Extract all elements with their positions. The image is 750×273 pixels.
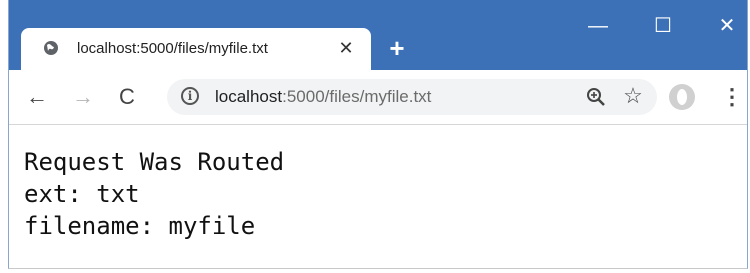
response-line: ext: txt [24, 180, 140, 208]
url-host: localhost [215, 87, 283, 106]
star-icon[interactable]: ☆ [621, 84, 645, 108]
reload-button[interactable]: C [113, 83, 141, 111]
new-tab-button[interactable]: + [385, 35, 409, 61]
close-window-button[interactable]: ✕ [712, 14, 742, 38]
title-bar: localhost:5000/files/myfile.txt ✕ + — ☐ … [9, 0, 747, 70]
tab-close-icon[interactable]: ✕ [335, 37, 357, 59]
zoom-icon[interactable] [585, 86, 607, 108]
browser-window: localhost:5000/files/myfile.txt ✕ + — ☐ … [8, 0, 748, 269]
minimize-button[interactable]: — [583, 14, 613, 38]
address-bar[interactable]: i localhost:5000/files/myfile.txt ☆ [167, 79, 657, 115]
info-icon[interactable]: i [181, 87, 199, 105]
page-content: Request Was Routed ext: txt filename: my… [9, 125, 747, 268]
response-line: Request Was Routed [24, 148, 285, 176]
browser-toolbar: ← → C i localhost:5000/files/myfile.txt … [9, 70, 747, 125]
profile-icon[interactable] [669, 84, 695, 110]
url-path: :5000/files/myfile.txt [282, 87, 432, 106]
back-button[interactable]: ← [23, 83, 51, 111]
response-line: filename: myfile [24, 212, 256, 240]
maximize-button[interactable]: ☐ [648, 14, 678, 38]
url-text[interactable]: localhost:5000/files/myfile.txt [215, 87, 431, 107]
menu-icon[interactable]: ⋮ [721, 83, 743, 111]
forward-button[interactable]: → [69, 83, 97, 111]
globe-icon [44, 41, 58, 55]
tab-title: localhost:5000/files/myfile.txt [77, 40, 268, 57]
browser-tab[interactable]: localhost:5000/files/myfile.txt ✕ [21, 28, 371, 70]
